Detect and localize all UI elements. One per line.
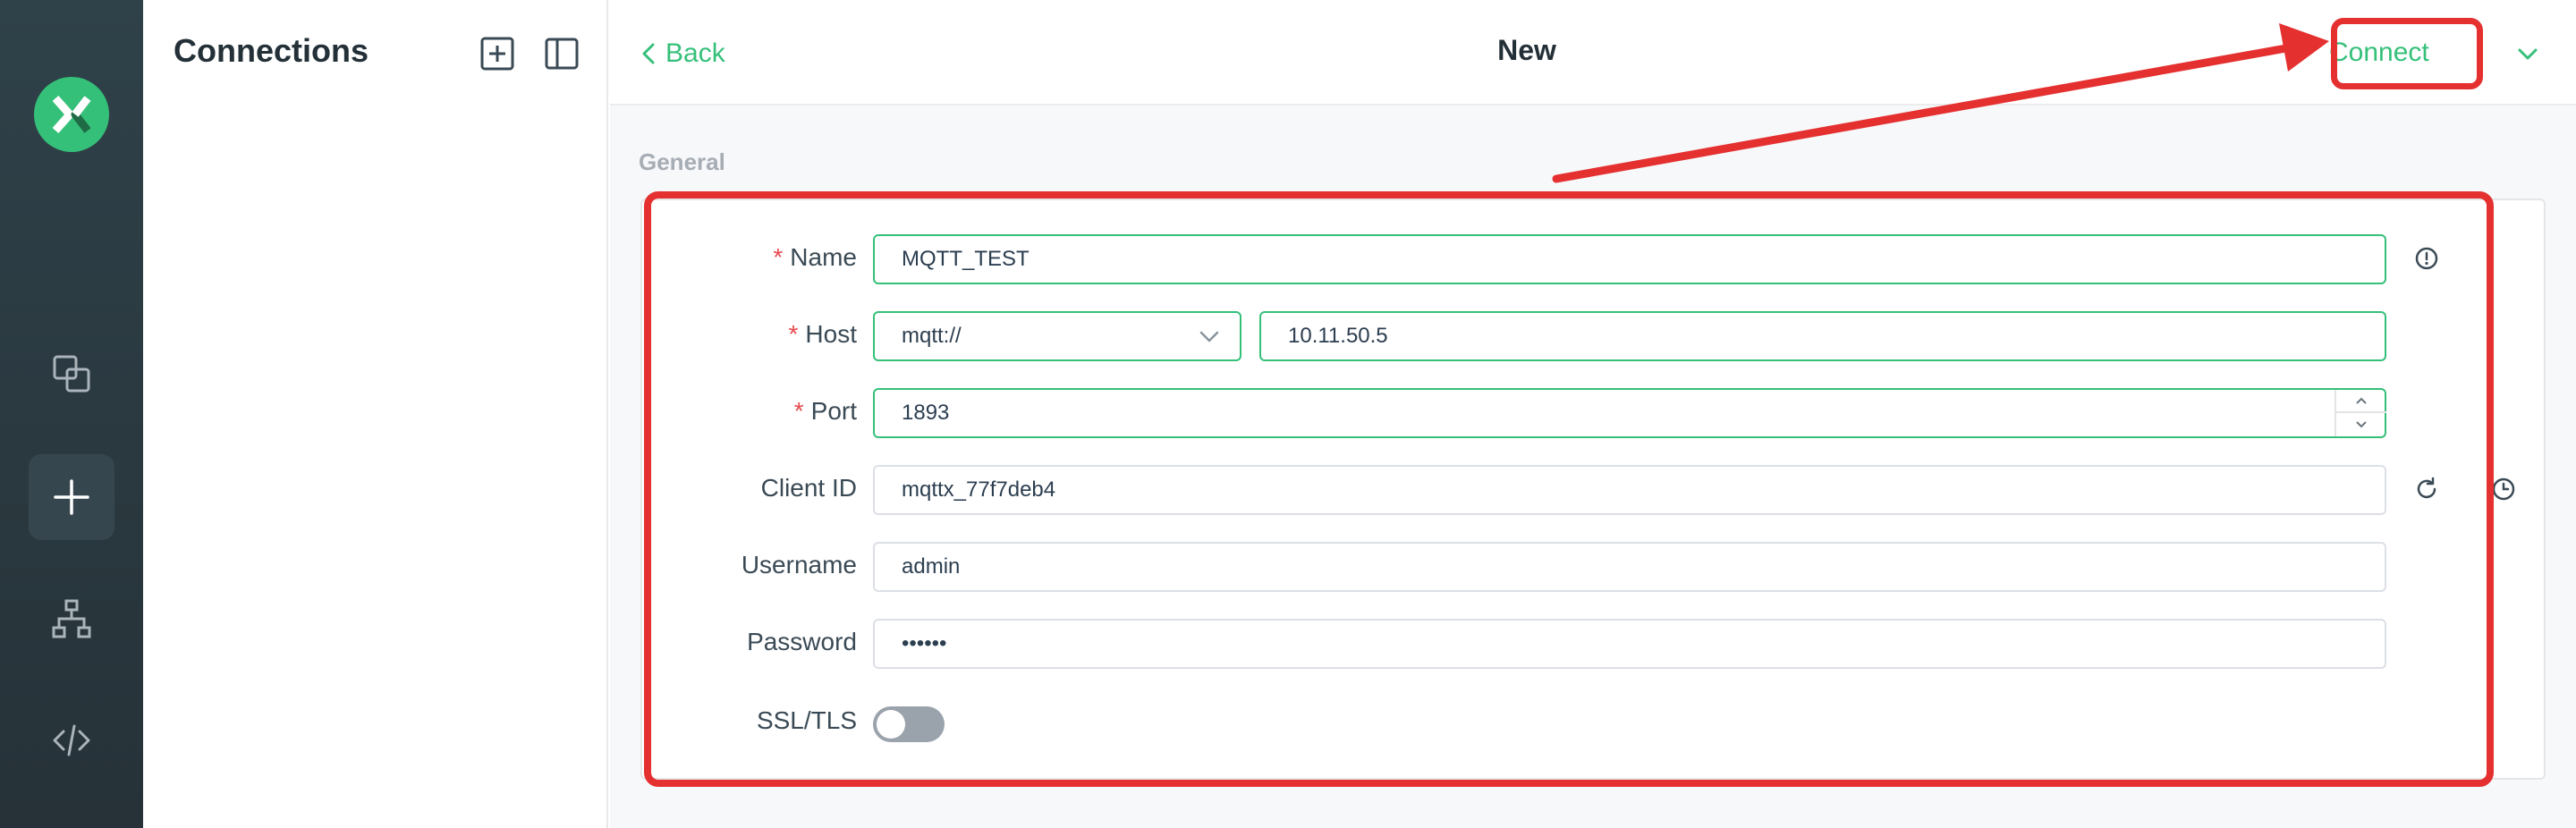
ssl-tls-label: SSL/TLS <box>756 706 857 734</box>
connect-button[interactable]: Connect <box>2329 32 2429 73</box>
toggle-sidebar-button[interactable] <box>544 36 580 72</box>
client-id-label: Client ID <box>760 474 857 502</box>
chevron-up-icon <box>2356 397 2367 404</box>
name-info-button[interactable] <box>2413 245 2440 272</box>
protocol-value: mqtt:// <box>902 324 962 348</box>
clock-icon <box>2492 477 2515 501</box>
username-input[interactable]: admin <box>873 542 2386 592</box>
page-title: New <box>1497 34 1556 66</box>
refresh-client-id-button[interactable] <box>2413 476 2440 503</box>
port-value: 1893 <box>902 401 950 425</box>
chevron-down-icon <box>2356 421 2367 428</box>
name-input[interactable]: MQTT_TEST <box>873 234 2386 284</box>
info-circle-icon <box>2415 247 2438 270</box>
required-mark: * <box>788 320 799 348</box>
rail-topology-button[interactable] <box>29 576 114 662</box>
port-input[interactable]: 1893 <box>873 388 2386 438</box>
general-form: * Name MQTT_TEST * Host mqtt:// 10.11.50.5… <box>640 199 2546 780</box>
top-bar: Back New Connect <box>610 0 2576 106</box>
client-id-time-button[interactable] <box>2490 476 2517 503</box>
rail-connections-button[interactable] <box>29 331 114 417</box>
connections-panel: Connections <box>143 0 608 828</box>
rail-script-button[interactable] <box>29 697 114 783</box>
network-tree-icon <box>52 599 91 638</box>
ssl-tls-toggle[interactable] <box>873 706 945 742</box>
new-connection-button[interactable] <box>479 36 515 72</box>
code-icon <box>53 724 90 756</box>
chevron-down-icon <box>1199 331 1219 342</box>
add-square-icon <box>480 37 514 71</box>
connections-title: Connections <box>174 32 369 69</box>
required-mark: * <box>793 397 804 425</box>
toggle-knob <box>877 710 905 739</box>
main-area: Back New Connect General * Name MQTT_TEST… <box>610 0 2576 828</box>
password-input[interactable]: •••••• <box>873 619 2386 669</box>
password-label: Password <box>747 628 857 655</box>
rail-new-connection-button[interactable] <box>29 454 114 540</box>
protocol-select[interactable]: mqtt:// <box>873 311 1241 361</box>
connect-options-button[interactable] <box>2510 36 2546 72</box>
refresh-icon <box>2417 477 2436 499</box>
connections-icon <box>53 355 90 393</box>
port-increase-button[interactable] <box>2336 390 2386 413</box>
port-decrease-button[interactable] <box>2336 413 2386 436</box>
port-label: * Port <box>793 397 857 425</box>
sidebar-toggle-icon <box>545 38 579 70</box>
required-mark: * <box>773 243 784 271</box>
client-id-input[interactable]: mqttx_77f7deb4 <box>873 465 2386 515</box>
general-section-label: General <box>639 148 725 175</box>
host-input[interactable]: 10.11.50.5 <box>1259 311 2386 361</box>
port-stepper <box>2334 390 2386 436</box>
host-label: * Host <box>788 320 857 348</box>
chevron-down-icon <box>2518 48 2538 60</box>
app-rail <box>0 0 143 828</box>
username-label: Username <box>741 551 857 579</box>
name-label: * Name <box>773 243 857 271</box>
plus-icon <box>54 479 89 515</box>
mqttx-logo-icon <box>34 77 109 152</box>
